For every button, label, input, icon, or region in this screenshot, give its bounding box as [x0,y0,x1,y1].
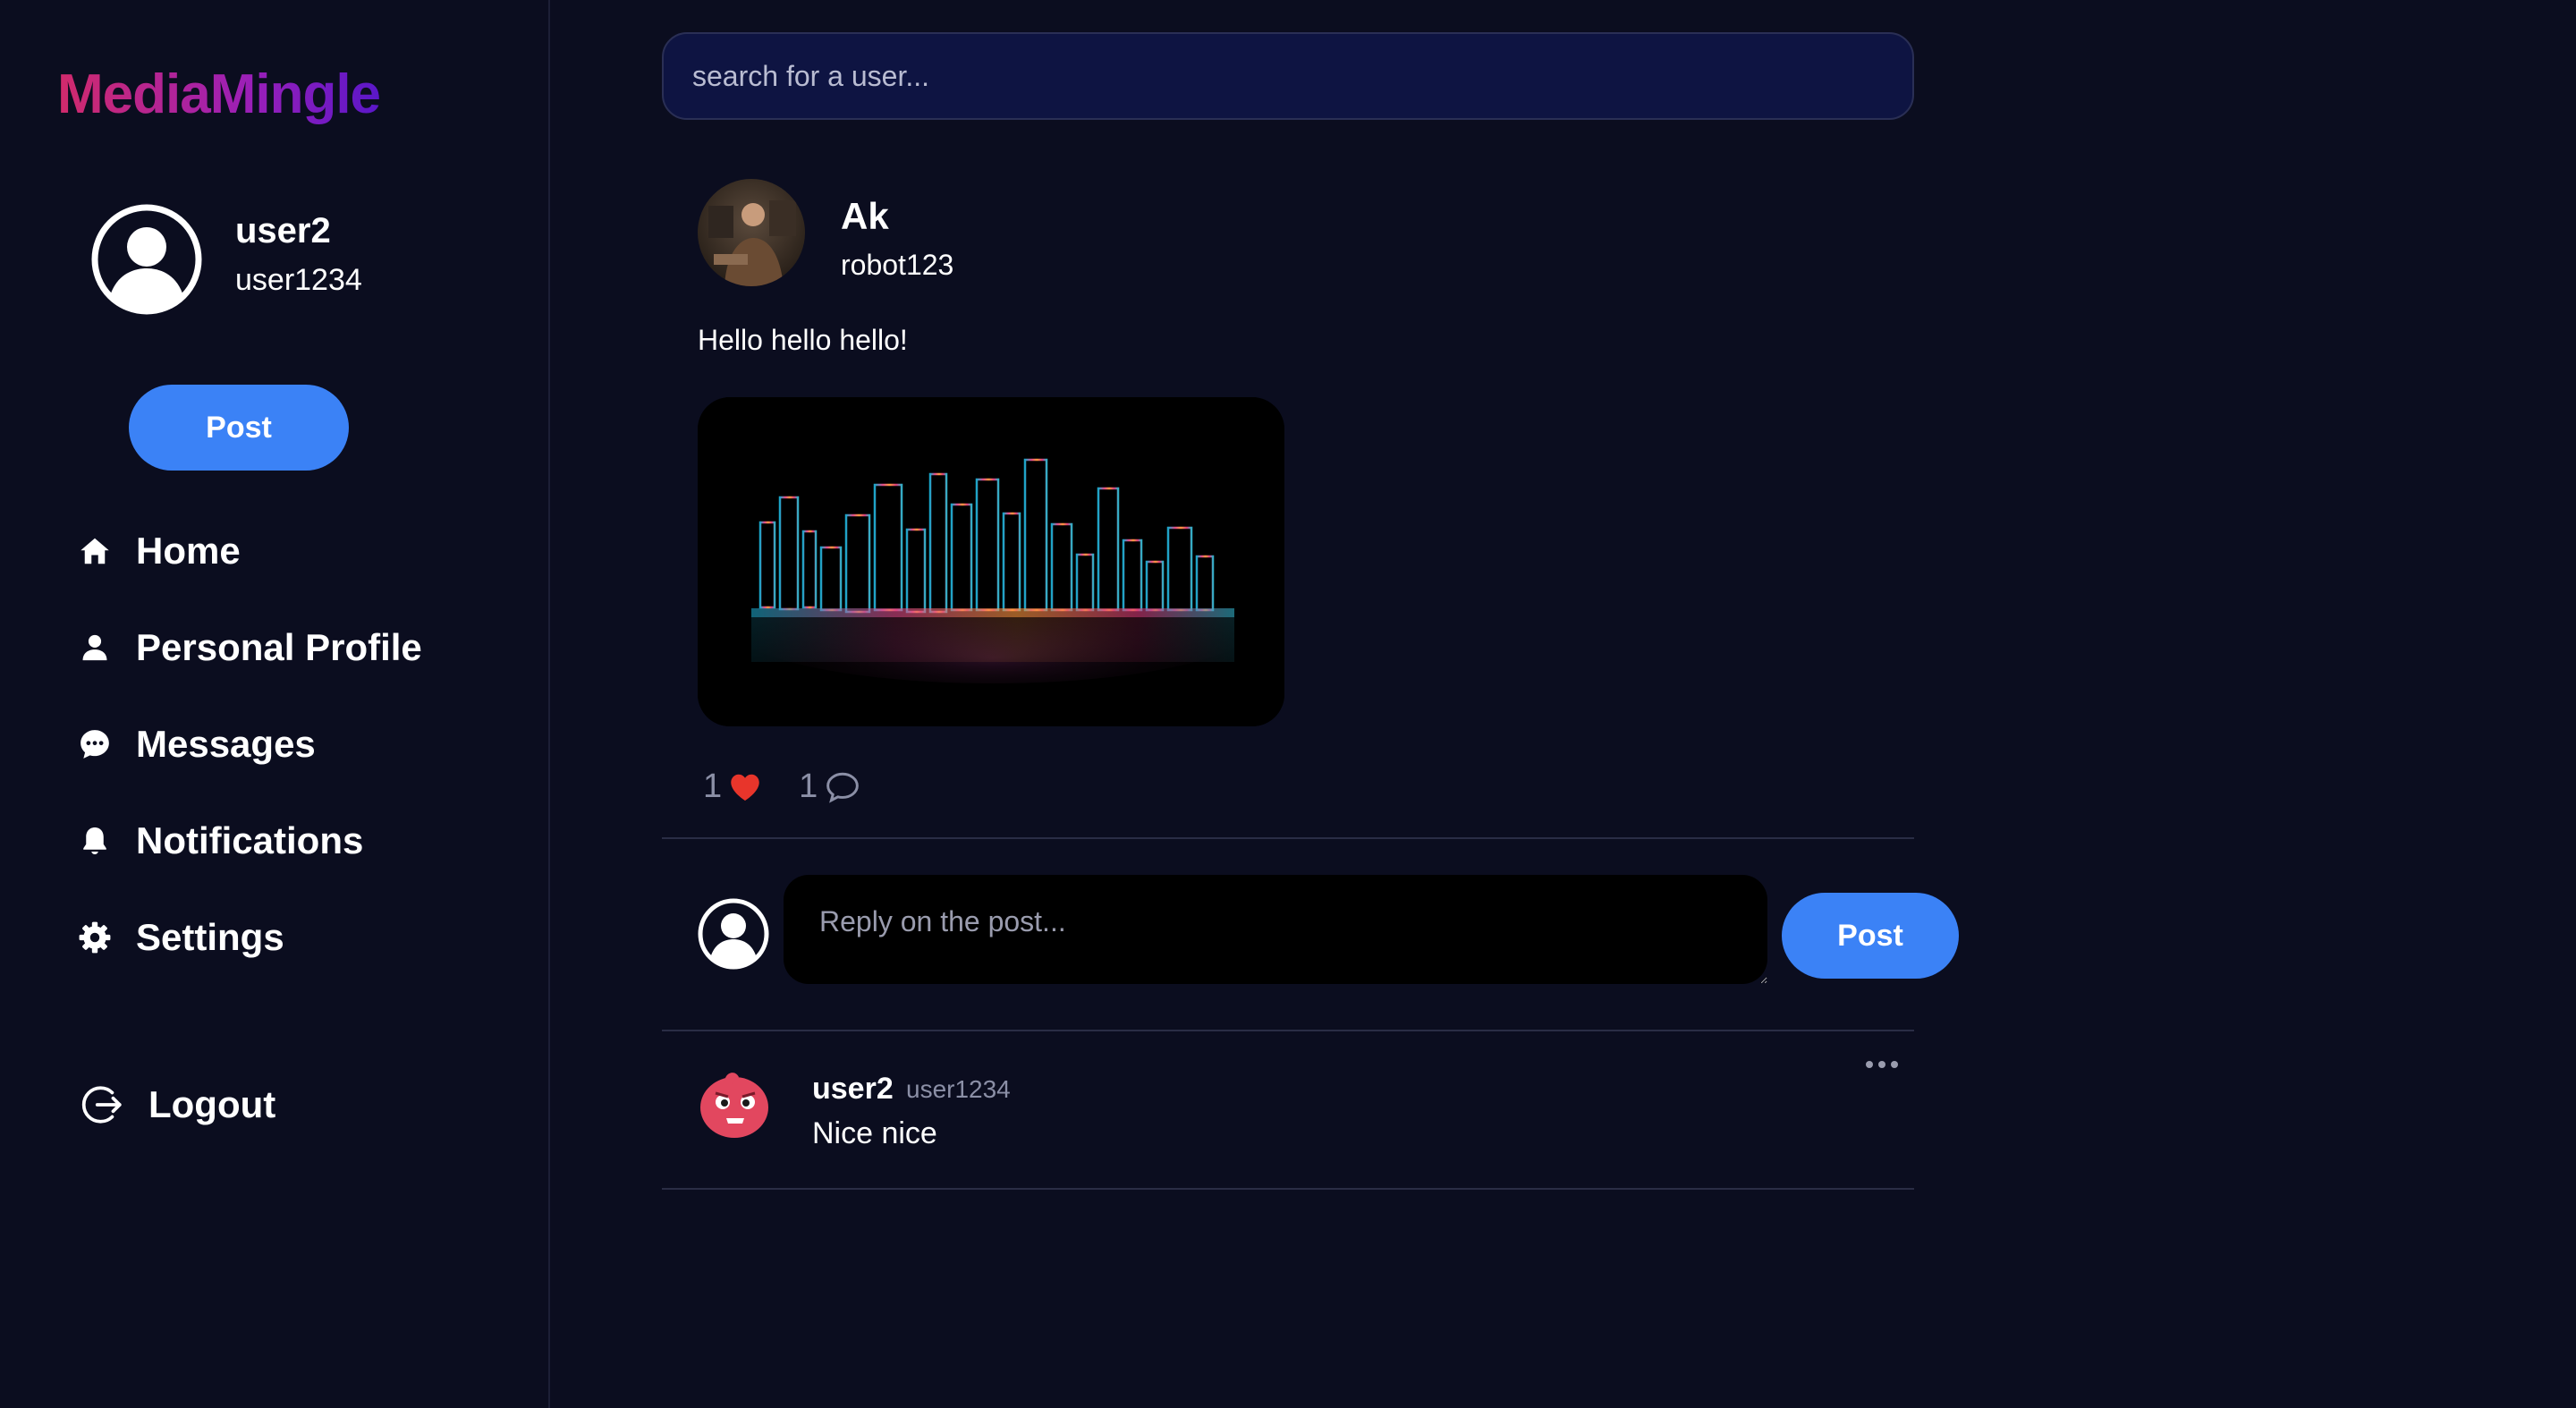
like-button[interactable]: 1 [703,768,761,806]
sidebar-item-notifications[interactable]: Notifications [77,814,422,868]
divider [662,1188,1914,1190]
logout-button[interactable]: Logout [80,1082,275,1127]
home-icon [77,533,113,569]
bell-icon [77,823,113,859]
app-root: MediaMingle user2 user1234 Post Home Per… [0,0,2576,1408]
comment-button[interactable]: 1 [799,768,860,806]
sidebar-item-label: Personal Profile [136,626,422,668]
comment-more-button[interactable] [1860,1048,1903,1081]
sidebar-item-messages[interactable]: Messages [77,717,422,771]
post-stats: 1 1 [703,768,898,806]
comment-author-name[interactable]: user2 [812,1072,894,1107]
new-post-button[interactable]: Post [129,385,349,471]
sidebar-item-label: Messages [136,723,316,765]
heart-icon [731,774,759,801]
gear-icon [77,920,113,955]
reply-input[interactable] [784,875,1767,984]
current-user-handle: user1234 [235,263,362,297]
post-author-avatar[interactable] [698,179,805,286]
reply-post-button[interactable]: Post [1782,893,1959,979]
comment-text: Nice nice [812,1116,937,1150]
divider [662,837,1914,839]
sidebar-item-label: Settings [136,916,284,958]
post-image[interactable] [698,397,1284,726]
logout-label: Logout [148,1083,276,1125]
post-author-handle: robot123 [841,249,954,281]
post-text: Hello hello hello! [698,324,908,356]
sidebar-item-label: Home [136,530,241,572]
reply-user-avatar [698,898,769,970]
sidebar-item-home[interactable]: Home [77,524,422,578]
sidebar-item-label: Notifications [136,819,364,861]
sidebar-nav: Home Personal Profile Messages Notificat… [77,524,422,1007]
sidebar-item-settings[interactable]: Settings [77,911,422,964]
like-count: 1 [703,768,723,805]
user-search-input[interactable] [662,32,1914,120]
comment-count: 1 [799,768,818,805]
more-horizontal-icon [1866,1061,1898,1068]
comment-author-handle: user1234 [906,1075,1011,1103]
app-logo[interactable]: MediaMingle [57,63,381,126]
logout-icon [80,1082,125,1127]
comment-bubble-icon [826,772,860,803]
comment-avatar[interactable] [698,1066,771,1140]
divider [662,1030,1914,1031]
post-author-name[interactable]: Ak [841,195,889,238]
chat-bubble-icon [77,726,113,762]
current-user-avatar[interactable] [91,204,202,315]
sidebar: MediaMingle user2 user1234 Post Home Per… [0,0,550,1408]
sidebar-item-personal-profile[interactable]: Personal Profile [77,621,422,674]
person-icon [77,630,113,666]
current-user-name: user2 [235,211,331,250]
